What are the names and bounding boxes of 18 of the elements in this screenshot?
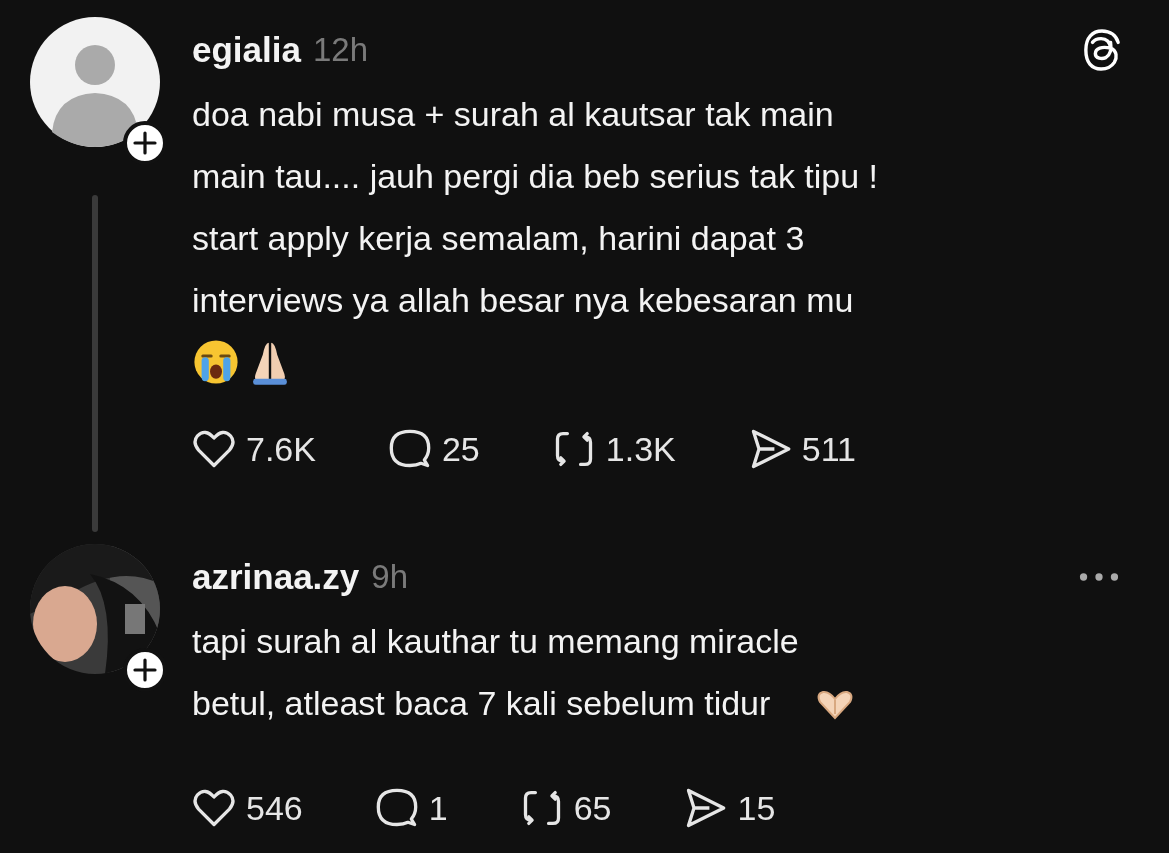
share-count: 15 [737,788,776,828]
repost-count: 1.3K [605,429,676,469]
share-count: 511 [801,429,856,469]
post-text: doa nabi musa + surah al kautsar tak main main tau.... jauh pergi dia beb serius tak tipu ! start apply kerja semalam, harini dapat 3 interviews ya allah besar nya kebesaran mu [192,94,879,321]
post-time: 12h [312,31,368,69]
username[interactable]: azrinaa.zy [192,557,360,597]
post-text: tapi surah al kauthar tu memang miracle betul, atleast baca 7 kali sebelum tidur [192,621,799,724]
crying-face-icon [192,338,240,386]
post-time: 9h [371,558,409,596]
repost-count: 65 [573,788,612,828]
username[interactable]: egialia [192,30,301,70]
reply-count: 25 [441,429,480,469]
more-options-icon[interactable] [1079,572,1119,582]
logo-icon[interactable] [1083,29,1121,71]
like-count: 546 [246,788,303,828]
avatar-placeholder-icon[interactable] [30,17,160,147]
reply-count: 1 [428,788,448,828]
like-count: 7.6K [246,429,316,469]
